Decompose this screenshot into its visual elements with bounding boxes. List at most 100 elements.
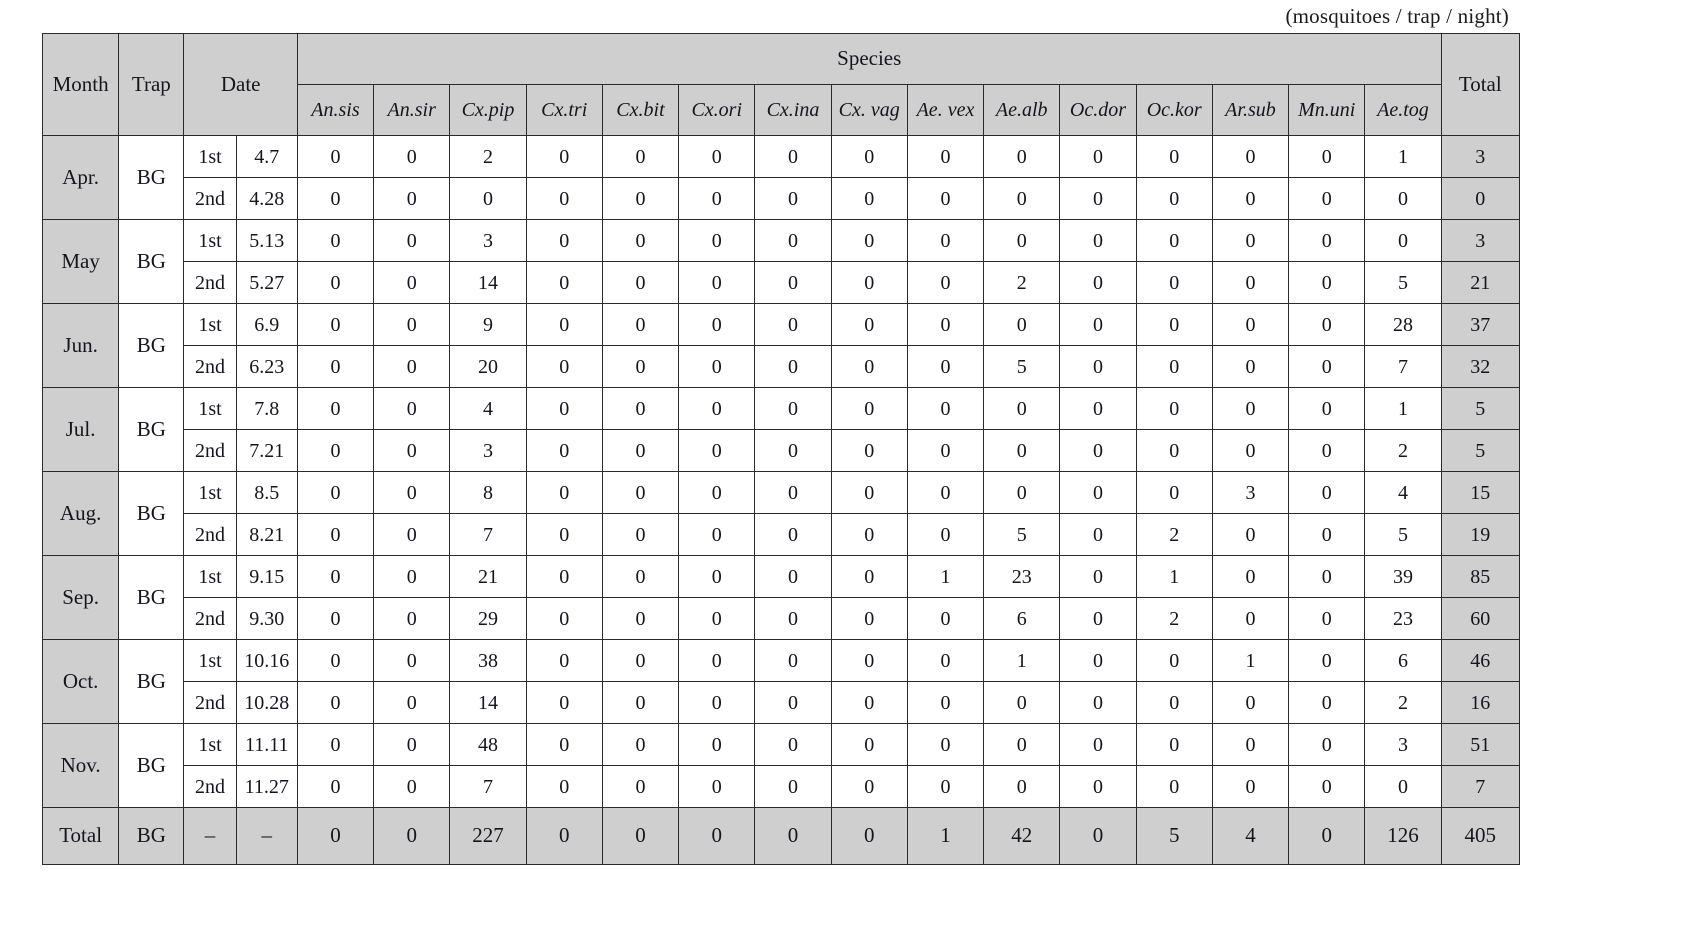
cell-species-count: 0 — [754, 219, 832, 262]
cell-species-count: 0 — [296, 219, 375, 262]
table-row: 2nd 5.27 0 0 14 0 0 0 0 0 0 2 0 0 0 0 5 21 — [43, 261, 1521, 304]
cell-month: Jun. — [41, 303, 120, 388]
cell-species-count: 7 — [1364, 345, 1442, 388]
cell-grand-total-ordinal: – — [183, 807, 237, 865]
header-species-cxvag: Cx. vag — [830, 84, 908, 136]
table-row: Aug. BG 1st 8.5 0 0 8 0 0 0 0 0 0 0 0 0 3 0 4 15 — [41, 471, 1521, 556]
cell-species-count: 5 — [983, 513, 1061, 556]
header-species-cxpip: Cx.pip — [449, 84, 527, 136]
cell-species-count: 0 — [1288, 303, 1366, 346]
cell-species-count: 0 — [754, 555, 832, 598]
table-row: Nov. BG 1st 11.11 0 0 48 0 0 0 0 0 0 0 0 0 0 0 3 51 — [41, 723, 1521, 808]
cell-species-count: 0 — [373, 177, 451, 220]
cell-species-count: 0 — [1364, 219, 1442, 262]
cell-species-count: 0 — [1135, 177, 1213, 220]
cell-row-total: 21 — [1440, 261, 1521, 304]
cell-species-count: 0 — [601, 177, 680, 220]
cell-species-count: 6 — [1364, 639, 1442, 682]
cell-species-count: 0 — [983, 177, 1061, 220]
cell-species-count: 14 — [449, 681, 527, 724]
cell-collection-ordinal: 2nd — [183, 681, 237, 724]
cell-species-count: 0 — [525, 723, 603, 766]
cell-species-count: 0 — [906, 429, 985, 472]
cell-species-count: 0 — [373, 513, 451, 556]
cell-species-count: 0 — [983, 219, 1061, 262]
header-date: Date — [183, 33, 298, 136]
cell-species-count: 0 — [1288, 681, 1366, 724]
cell-species-count: 0 — [1059, 513, 1137, 556]
cell-species-count: 2 — [1135, 513, 1213, 556]
cell-grand-total-sum: 405 — [1440, 807, 1521, 865]
cell-species-count: 0 — [1288, 261, 1366, 304]
cell-species-count: 0 — [525, 429, 603, 472]
cell-species-count: 21 — [449, 555, 527, 598]
cell-date: 6.23 — [235, 345, 298, 388]
cell-species-count: 0 — [601, 639, 680, 682]
cell-species-count: 0 — [601, 513, 680, 556]
cell-species-count: 3 — [449, 429, 527, 472]
cell-species-count: 0 — [754, 177, 832, 220]
cell-grand-total-species-count: 0 — [296, 807, 375, 865]
cell-date: 8.5 — [235, 471, 298, 514]
cell-species-count: 0 — [525, 597, 603, 640]
cell-species-count: 0 — [983, 387, 1061, 430]
cell-species-count: 1 — [1211, 639, 1290, 682]
cell-species-count: 0 — [601, 219, 680, 262]
cell-date: 7.21 — [235, 429, 298, 472]
cell-collection-ordinal: 1st — [183, 555, 237, 598]
cell-species-count: 0 — [296, 723, 375, 766]
cell-species-count: 0 — [754, 135, 832, 178]
cell-species-count: 20 — [449, 345, 527, 388]
cell-species-count: 0 — [678, 639, 756, 682]
cell-species-count: 0 — [1059, 429, 1137, 472]
cell-species-count: 0 — [754, 471, 832, 514]
cell-species-count: 0 — [525, 513, 603, 556]
cell-species-count: 0 — [1135, 219, 1213, 262]
cell-species-count: 0 — [1059, 303, 1137, 346]
cell-species-count: 3 — [1364, 723, 1442, 766]
cell-date: 11.11 — [235, 723, 298, 766]
cell-trap: BG — [118, 303, 185, 388]
cell-species-count: 2 — [1364, 429, 1442, 472]
cell-species-count: 1 — [983, 639, 1061, 682]
cell-species-count: 0 — [1211, 597, 1290, 640]
cell-species-count: 0 — [601, 681, 680, 724]
cell-species-count: 0 — [1288, 135, 1366, 178]
cell-species-count: 0 — [1135, 303, 1213, 346]
cell-species-count: 23 — [1364, 597, 1442, 640]
cell-species-count: 0 — [1135, 639, 1213, 682]
cell-species-count: 0 — [906, 513, 985, 556]
cell-species-count: 0 — [373, 597, 451, 640]
cell-species-count: 2 — [449, 135, 527, 178]
cell-collection-ordinal: 1st — [183, 471, 237, 514]
cell-grand-total-trap: BG — [118, 807, 185, 865]
cell-species-count: 0 — [830, 429, 908, 472]
header-trap: Trap — [118, 33, 185, 136]
cell-species-count: 0 — [1135, 345, 1213, 388]
cell-species-count: 0 — [830, 513, 908, 556]
cell-species-count: 5 — [1364, 261, 1442, 304]
cell-trap: BG — [118, 555, 185, 640]
cell-species-count: 8 — [449, 471, 527, 514]
cell-species-count: 0 — [1211, 429, 1290, 472]
page-root: (mosquitoes / trap / night) Month Trap D… — [0, 0, 1687, 947]
cell-species-count: 0 — [1135, 135, 1213, 178]
cell-species-count: 0 — [983, 681, 1061, 724]
header-species-cxtri: Cx.tri — [525, 84, 603, 136]
cell-species-count: 0 — [754, 303, 832, 346]
cell-species-count: 0 — [830, 555, 908, 598]
cell-row-total: 15 — [1440, 471, 1521, 514]
cell-species-count: 0 — [1211, 513, 1290, 556]
cell-species-count: 0 — [1211, 555, 1290, 598]
header-species-aetog: Ae.tog — [1364, 84, 1442, 136]
cell-row-total: 5 — [1440, 429, 1521, 472]
table-row: May BG 1st 5.13 0 0 3 0 0 0 0 0 0 0 0 0 0 0 0 3 — [41, 219, 1521, 304]
cell-grand-total-species-count: 4 — [1211, 807, 1290, 865]
cell-species-count: 0 — [296, 345, 375, 388]
cell-species-count: 0 — [678, 555, 756, 598]
cell-date: 9.15 — [235, 555, 298, 598]
cell-species-count: 0 — [1135, 387, 1213, 430]
cell-species-count: 7 — [449, 513, 527, 556]
header-month: Month — [41, 33, 120, 136]
cell-row-total: 16 — [1440, 681, 1521, 724]
